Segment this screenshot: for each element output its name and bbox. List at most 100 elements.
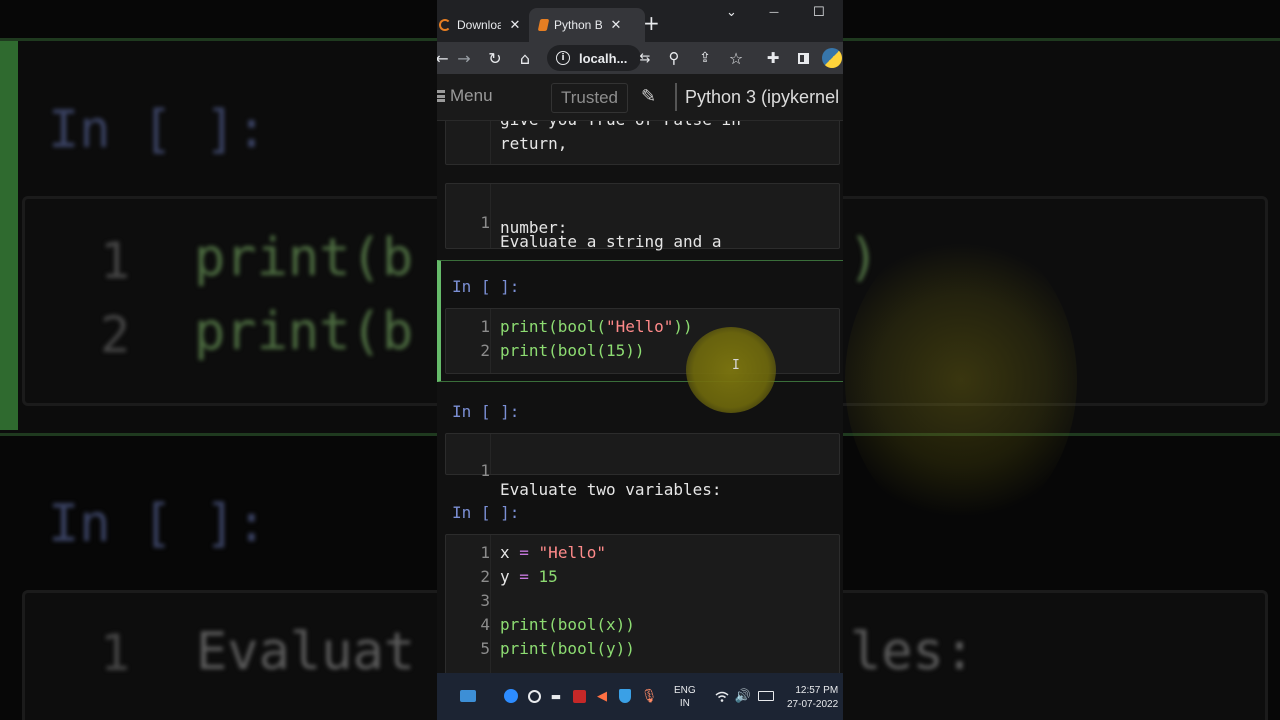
python-extension-icon[interactable] (821, 47, 843, 69)
code-text: x = "Hello" (500, 543, 606, 562)
markdown-cell[interactable]: 1 Evaluate a string and a number: (445, 183, 840, 251)
system-clock[interactable]: 12:57 PM 27-07-2022 (787, 684, 838, 712)
capture-icon[interactable] (571, 688, 587, 704)
code-token: print(bool(y)) (500, 639, 635, 658)
volume-icon[interactable]: 🔊 (735, 688, 751, 704)
share-icon[interactable]: ⇪ (694, 47, 716, 69)
address-bar[interactable]: i localh... (547, 45, 641, 71)
code-token: = (519, 567, 529, 586)
code-token: )) (673, 317, 693, 336)
code-token: x (500, 543, 520, 562)
code-text: print(bool(x)) (500, 615, 635, 634)
extensions-icon[interactable]: ✚ (762, 47, 784, 69)
clock-time: 12:57 PM (795, 685, 839, 696)
zoom-icon[interactable]: ⚲ (663, 47, 685, 69)
code-text: print(bool(15)) (500, 341, 645, 360)
bg-prompt-top: In [ ]: (48, 100, 268, 160)
language-region: IN (679, 698, 690, 709)
jupyter-header: Menu Trusted ✎ Python 3 (ipykernel (437, 74, 843, 121)
code-text: print(bool("Hello")) (500, 317, 693, 336)
jupyter-favicon-icon (537, 19, 550, 31)
menu-button[interactable]: Menu (437, 86, 493, 106)
line-number: 1 (480, 543, 490, 562)
code-line: return, (500, 134, 568, 153)
code-cell[interactable]: 1x = "Hello" 2 y = 15 3 4 print(bool(x)) 5 prin… (445, 534, 840, 673)
star-icon[interactable]: ☆ (725, 47, 747, 69)
new-tab-button[interactable]: + (643, 12, 660, 34)
code-line: number: (500, 218, 568, 237)
language-code: ENG (674, 685, 696, 696)
markdown-cell[interactable]: give you True or False in return, (445, 121, 840, 165)
code-token: "Hello" (605, 317, 674, 336)
camera-icon[interactable]: ▬ (548, 688, 564, 704)
bg-code-line-1: print(b (194, 228, 414, 288)
minimize-icon[interactable]: — (769, 7, 779, 18)
mouse-cursor-highlight (686, 327, 776, 413)
markdown-cell[interactable]: 1 Evaluate two variables: (445, 433, 840, 499)
tab-python-basics[interactable]: Python B ✕ (529, 8, 645, 42)
forward-icon[interactable]: → (453, 47, 475, 69)
security-shield-icon[interactable] (617, 688, 633, 704)
code-cell[interactable]: 1 print(bool("Hello")) 2 print(bool(15)) (445, 308, 840, 374)
tab-close-icon[interactable]: ✕ (608, 17, 624, 33)
loading-favicon-icon (439, 19, 451, 31)
translate-icon[interactable]: ⇆ (634, 47, 656, 69)
code-token: = (519, 543, 529, 562)
code-token: y (500, 567, 520, 586)
code-line: 4 print(bool(x)) (446, 615, 839, 639)
text-cursor-icon: I (732, 358, 740, 373)
sidepanel-icon[interactable] (792, 47, 814, 69)
browser-window: Downloa ✕ Python B ✕ + ⌄ — ☐ ← → ↻ ⌂ i l… (437, 0, 843, 720)
battery-icon[interactable] (758, 688, 774, 704)
maximize-icon[interactable]: ☐ (813, 5, 825, 20)
menu-label: Menu (450, 86, 493, 105)
info-icon[interactable]: i (556, 51, 570, 65)
microphone-icon[interactable]: 🎙 (641, 688, 658, 704)
bg-bottom-text-right: les: (850, 622, 976, 682)
clock-date: 27-07-2022 (787, 699, 839, 710)
chrome-icon[interactable] (526, 688, 542, 704)
bg-prompt-mid: In [ ]: (48, 494, 268, 554)
code-token: print(bool(15)) (500, 341, 645, 360)
code-line: 2y = 15 (446, 567, 839, 591)
cell-prompt: In [ ]: (452, 402, 520, 421)
speaker-app-icon[interactable]: ◀ (594, 688, 610, 704)
hamburger-icon (437, 90, 445, 102)
bg-line-number-bottom: 1 (100, 624, 131, 682)
notebook-area: give you True or False in return, 1 Eval… (437, 121, 843, 673)
bg-bottom-text-left: Evaluat (196, 622, 416, 682)
reload-icon[interactable]: ↻ (484, 47, 506, 69)
bg-line-number-1: 1 (100, 232, 131, 290)
home-icon[interactable]: ⌂ (514, 47, 536, 69)
tab-close-icon[interactable]: ✕ (507, 17, 523, 33)
browser-toolbar: ← → ↻ ⌂ i localh... ⇆ ⚲ ⇪ ☆ ✚ (437, 42, 843, 74)
tab-label: Python B (554, 18, 602, 32)
code-line: 2 print(bool(15)) (446, 341, 839, 365)
line-number: 1 (480, 461, 490, 480)
code-line: 1x = "Hello" (446, 543, 839, 567)
bg-code-line-2: print(b (194, 302, 414, 362)
trusted-indicator[interactable]: Trusted (551, 83, 629, 113)
task-view-icon[interactable] (458, 686, 478, 706)
address-text: localh... (579, 50, 628, 66)
edit-pencil-icon[interactable]: ✎ (641, 86, 656, 107)
cell-prompt: In [ ]: (452, 277, 520, 296)
code-line: give you True or False in (446, 121, 839, 134)
line-number: 5 (480, 639, 490, 658)
windows-taskbar: ▬ ◀ 🎙 ENG IN 🔊 12:57 PM 27-07-2022 (437, 673, 843, 720)
zoom-app-icon[interactable] (503, 688, 519, 704)
tab-search-icon[interactable]: ⌄ (726, 5, 737, 20)
tab-downloads[interactable]: Downloa ✕ (437, 8, 527, 42)
code-token: print(bool(x)) (500, 615, 635, 634)
kernel-indicator[interactable]: Python 3 (ipykernel (675, 83, 839, 111)
back-icon[interactable]: ← (437, 47, 453, 69)
code-line: 5 print(bool(y)) (446, 639, 839, 663)
language-indicator[interactable]: ENG IN (674, 684, 696, 710)
wifi-icon[interactable] (714, 688, 730, 704)
code-token: "Hello" (538, 543, 606, 562)
tab-strip: Downloa ✕ Python B ✕ + ⌄ — ☐ (437, 0, 843, 42)
code-line: 3 (446, 591, 839, 615)
code-line: 1 Evaluate a string and a (446, 194, 839, 251)
